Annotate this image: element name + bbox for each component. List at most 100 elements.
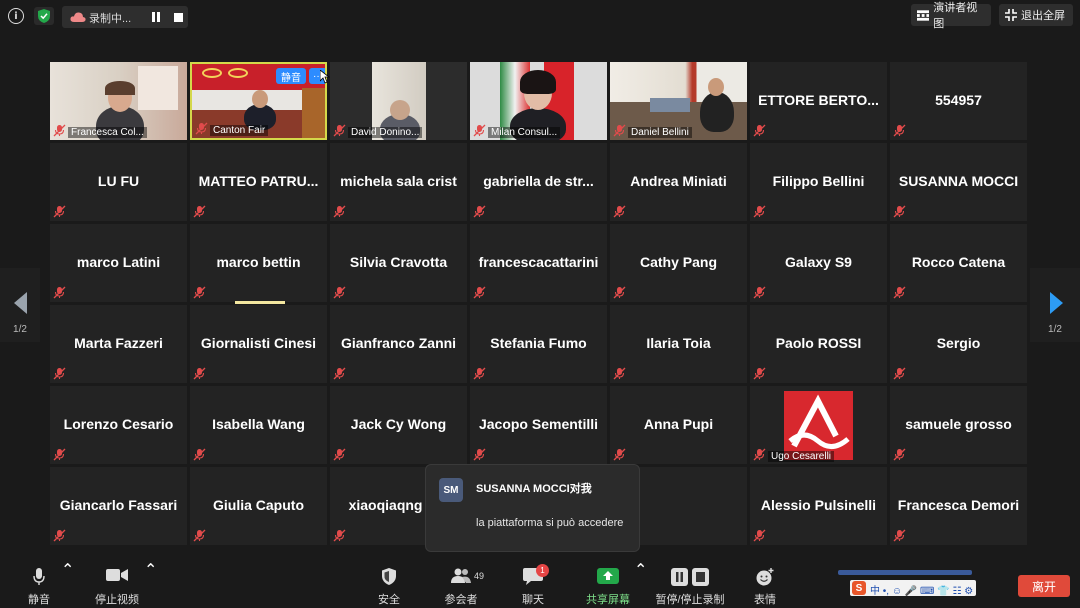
participant-tile[interactable]: Sergio — [890, 305, 1027, 383]
participant-tile[interactable]: gabriella de str... — [470, 143, 607, 221]
video-options-caret[interactable]: ⌃ — [144, 560, 157, 608]
participant-tile[interactable]: Rocco Catena — [890, 224, 1027, 302]
share-screen-button[interactable]: 共享屏幕 — [584, 560, 632, 608]
participant-tile[interactable]: Galaxy S9 — [750, 224, 887, 302]
participant-tile[interactable]: Giancarlo Fassari — [50, 467, 187, 545]
participants-button[interactable]: 49 参会者 — [440, 560, 485, 608]
participant-tile[interactable]: Ilaria Toia — [610, 305, 747, 383]
participant-tile[interactable]: Giulia Caputo — [190, 467, 327, 545]
speaker-view-button[interactable]: 演讲者视图 — [911, 2, 991, 30]
cloud-icon — [70, 12, 86, 22]
participant-tile[interactable]: LU FU — [50, 143, 187, 221]
participant-tile[interactable]: Jack Cy Wong — [330, 386, 467, 464]
participant-tile[interactable]: Isabella Wang — [190, 386, 327, 464]
chat-label: 聊天 — [522, 594, 544, 606]
participant-label: Ugo Cesarelli — [768, 451, 835, 462]
chat-button[interactable]: 1 聊天 — [516, 560, 550, 608]
chat-notification-popup[interactable]: SM SUSANNA MOCCI对我 la piattaforma si può… — [425, 464, 640, 552]
participant-tile[interactable]: Anna Pupi — [610, 386, 747, 464]
muted-mic-icon — [193, 448, 206, 461]
participant-tile[interactable]: Alessio Pulsinelli — [750, 467, 887, 545]
participant-name: Cathy Pang — [639, 254, 717, 270]
tile-mute-button[interactable]: 静音 — [276, 68, 306, 84]
shield-icon — [382, 568, 396, 585]
microphone-icon — [33, 568, 45, 585]
muted-mic-icon — [53, 205, 66, 218]
pause-recording-button[interactable] — [148, 9, 164, 25]
muted-mic-icon — [753, 367, 766, 380]
page-indicator-left: 1/2 — [13, 324, 27, 335]
participant-tile[interactable]: Giornalisti Cinesi — [190, 305, 327, 383]
participant-tile[interactable]: Stefania Fumo — [470, 305, 607, 383]
muted-mic-icon — [473, 367, 486, 380]
leave-meeting-button[interactable]: 离开 — [1018, 575, 1070, 597]
info-icon[interactable]: i — [8, 8, 24, 24]
share-options-caret[interactable]: ⌃ — [634, 560, 648, 608]
participant-tile[interactable]: David Donino... — [330, 62, 467, 140]
participant-name: Giancarlo Fassari — [59, 497, 178, 513]
participant-tile[interactable]: Gianfranco Zanni — [330, 305, 467, 383]
pause-stop-recording-button[interactable]: 暂停/停止录制 — [652, 560, 728, 608]
security-button[interactable]: 安全 — [372, 560, 406, 608]
muted-mic-icon — [893, 367, 906, 380]
participant-tile[interactable]: 554957 — [890, 62, 1027, 140]
muted-mic-icon — [333, 205, 346, 218]
next-page-button[interactable]: 1/2 — [1030, 268, 1080, 342]
participant-tile[interactable]: Cathy Pang — [610, 224, 747, 302]
participant-tile[interactable]: Filippo Bellini — [750, 143, 887, 221]
speaker-view-label: 演讲者视图 — [933, 2, 978, 30]
participant-tile[interactable]: michela sala crist — [330, 143, 467, 221]
participant-tile[interactable]: SUSANNA MOCCI — [890, 143, 1027, 221]
stop-icon — [173, 12, 183, 22]
security-label: 安全 — [378, 594, 400, 606]
security-shield-icon[interactable] — [34, 7, 54, 25]
participant-tile[interactable]: Lorenzo Cesario — [50, 386, 187, 464]
participant-name: Rocco Catena — [911, 254, 1006, 270]
share-screen-label: 共享屏幕 — [586, 594, 630, 606]
avatar: SM — [439, 478, 463, 502]
participant-tile[interactable]: MATTEO PATRU... — [190, 143, 327, 221]
participant-tile[interactable]: Andrea Miniati — [610, 143, 747, 221]
muted-mic-icon — [53, 124, 66, 137]
participant-tile[interactable]: Paolo ROSSI — [750, 305, 887, 383]
participant-name: Gianfranco Zanni — [340, 335, 457, 351]
participant-tile[interactable]: Marta Fazzeri — [50, 305, 187, 383]
muted-mic-icon — [613, 367, 626, 380]
audio-options-caret[interactable]: ⌃ — [61, 560, 74, 608]
participant-tile[interactable]: Francesca Col... — [50, 62, 187, 140]
participant-name: Jack Cy Wong — [350, 416, 447, 432]
muted-mic-icon — [193, 529, 206, 542]
stop-video-button[interactable]: 停止视频 — [92, 560, 142, 608]
participant-tile[interactable]: marco bettin — [190, 224, 327, 302]
participant-tile[interactable]: Silvia Cravotta — [330, 224, 467, 302]
previous-page-button[interactable]: 1/2 — [0, 268, 40, 342]
muted-mic-icon — [753, 529, 766, 542]
stop-recording-button[interactable] — [170, 9, 186, 25]
muted-mic-icon — [53, 286, 66, 299]
muted-mic-icon — [473, 124, 486, 137]
muted-mic-icon — [753, 124, 766, 137]
participant-name: Sergio — [936, 335, 981, 351]
participant-tile[interactable]: francescacattarini — [470, 224, 607, 302]
participant-tile[interactable]: marco Latini — [50, 224, 187, 302]
mute-button[interactable]: 静音 — [20, 560, 58, 608]
participant-tile[interactable]: Jacopo Sementilli — [470, 386, 607, 464]
muted-mic-icon — [333, 448, 346, 461]
muted-mic-icon — [893, 529, 906, 542]
reactions-label: 表情 — [754, 594, 776, 606]
exit-fullscreen-button[interactable]: 退出全屏 — [999, 4, 1073, 26]
participant-tile[interactable]: Milan Consul... — [470, 62, 607, 140]
ime-toolbar[interactable]: S 中 •, ☺ 🎤 ⌨ 👕 ☷ ⚙ — [850, 580, 976, 597]
participant-tile[interactable]: Daniel Bellini — [610, 62, 747, 140]
participants-count: 49 — [474, 571, 485, 581]
participant-tile[interactable]: ETTORE BERTO... — [750, 62, 887, 140]
participant-tile[interactable]: samuele grosso — [890, 386, 1027, 464]
participant-tile[interactable]: Ugo Cesarelli — [750, 386, 887, 464]
chat-sender: SUSANNA MOCCI对我 — [476, 483, 592, 495]
participant-name: Silvia Cravotta — [349, 254, 448, 270]
participant-tile[interactable]: Francesca Demori — [890, 467, 1027, 545]
chevron-up-icon: ⌃ — [634, 562, 648, 579]
reactions-button[interactable]: 表情 — [750, 560, 780, 608]
muted-mic-icon — [473, 448, 486, 461]
participant-tile[interactable]: Canton Fair 静音 ··· — [190, 62, 327, 140]
